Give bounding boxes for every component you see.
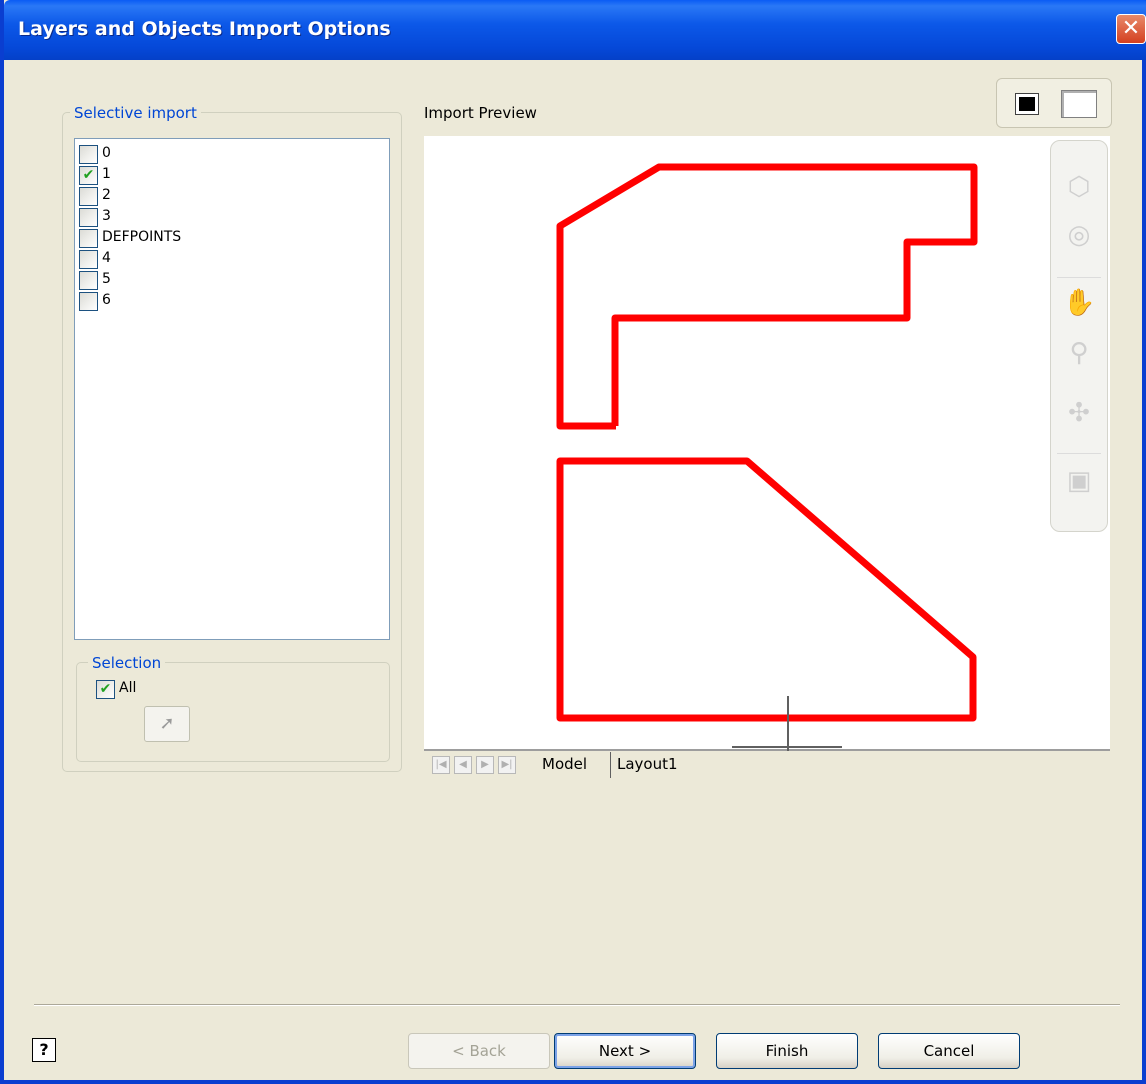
import-preview-canvas[interactable] [424,136,1110,752]
white-background-toggle[interactable] [1061,90,1097,118]
layer-checkbox[interactable] [79,145,98,164]
layer-checkbox[interactable] [79,250,98,269]
window-title: Layers and Objects Import Options [18,18,391,40]
upper-profile-outline [556,163,978,430]
show-motion-icon[interactable]: ▣ [1063,465,1095,497]
nav-divider [1057,277,1101,278]
footer-divider [34,1004,1120,1006]
help-button[interactable]: ? [32,1038,56,1062]
tab-layout1[interactable]: Layout1 [610,752,684,778]
selection-legend: Selection [88,654,166,672]
next-button[interactable]: Next > [554,1033,696,1069]
lower-profile-outline [556,457,977,722]
last-tab-icon[interactable]: ▶| [498,756,516,774]
back-button[interactable]: < Back [408,1033,550,1069]
next-tab-icon[interactable]: ▶ [476,756,494,774]
steering-wheel-icon[interactable]: ◎ [1063,219,1095,251]
layer-list[interactable]: 0 ✔ 1 2 3 DEFPOINTS 4 5 6 [74,138,390,640]
pick-objects-button[interactable]: ➚ [144,706,190,742]
layer-label: 4 [102,250,111,266]
selective-import-legend: Selective import [70,104,201,122]
zoom-icon[interactable]: ⚲ [1063,337,1095,369]
tab-model[interactable]: Model [536,752,593,778]
select-all-checkbox[interactable]: ✔ [96,680,115,699]
cancel-button[interactable]: Cancel [878,1033,1020,1069]
background-toggle-group [996,78,1112,128]
layer-checkbox[interactable] [79,292,98,311]
import-preview-label: Import Preview [424,104,537,122]
layer-checkbox[interactable] [79,187,98,206]
orbit-icon[interactable]: ✣ [1063,397,1095,429]
layer-label: 2 [102,187,111,203]
selection-group [76,662,390,762]
layer-label: 3 [102,208,111,224]
select-all-label: All [119,680,137,696]
first-tab-icon[interactable]: |◀ [432,756,450,774]
navigation-bar: ⬡ ◎ ✋ ⚲ ✣ ▣ [1050,140,1108,532]
layer-checkbox[interactable] [79,229,98,248]
layout-tabs: |◀ ◀ ▶ ▶| Model Layout1 [424,752,1124,782]
finish-button[interactable]: Finish [716,1033,858,1069]
view-cube-icon[interactable]: ⬡ [1063,171,1095,203]
preview-drawing [556,163,978,752]
layer-label: 6 [102,292,111,308]
layer-label: 5 [102,271,111,287]
pan-hand-icon[interactable]: ✋ [1063,287,1095,319]
arrow-cursor-icon: ➚ [159,713,175,734]
prev-tab-icon[interactable]: ◀ [454,756,472,774]
layer-checkbox[interactable] [79,208,98,227]
layer-label: 0 [102,145,111,161]
close-button[interactable]: ✕ [1116,14,1146,44]
black-background-toggle[interactable] [1015,93,1039,115]
layer-checkbox[interactable]: ✔ [79,166,98,185]
title-bar: Layers and Objects Import Options ✕ [4,0,1146,60]
dialog-body: Selective import 0 ✔ 1 2 3 DEFPOINTS 4 5… [4,60,1142,1080]
nav-divider [1057,453,1101,454]
layer-label: DEFPOINTS [102,229,182,245]
dialog-window: Layers and Objects Import Options ✕ Sele… [0,0,1146,1084]
layer-label: 1 [102,166,111,182]
layer-checkbox[interactable] [79,271,98,290]
